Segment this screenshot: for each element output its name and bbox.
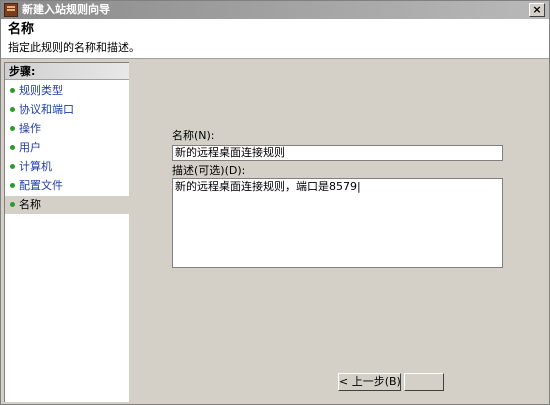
sidebar-item-protocol-port[interactable]: 协议和端口 — [5, 101, 129, 119]
title-bar: 新建入站规则向导 × — [1, 1, 549, 19]
description-label: 描述(可选)(D): — [172, 164, 246, 177]
sidebar-item-label: 名称 — [19, 198, 41, 211]
description-textarea[interactable]: 新的远程桌面连接规则，端口是8579| — [172, 178, 503, 268]
window-title: 新建入站规则向导 — [22, 3, 110, 16]
sidebar-item-action[interactable]: 操作 — [5, 120, 129, 138]
close-button[interactable]: × — [529, 3, 545, 17]
sidebar-item-label: 配置文件 — [19, 179, 63, 192]
sidebar-item-label: 操作 — [19, 122, 41, 135]
back-button[interactable]: < 上一步(B) — [338, 373, 401, 391]
sidebar-item-computers[interactable]: 计算机 — [5, 158, 129, 176]
step-complete-icon — [10, 164, 15, 169]
content-panel: 名称(N): 新的远程桌面连接规则 描述(可选)(D): 新的远程桌面连接规则，… — [132, 62, 548, 402]
step-complete-icon — [10, 126, 15, 131]
firewall-icon — [4, 3, 18, 17]
close-icon: × — [532, 3, 542, 16]
step-complete-icon — [10, 107, 15, 112]
step-complete-icon — [10, 145, 15, 150]
sidebar-item-label: 协议和端口 — [19, 103, 74, 116]
steps-header-label: 步骤: — [9, 65, 36, 78]
step-complete-icon — [10, 183, 15, 188]
name-input[interactable]: 新的远程桌面连接规则 — [172, 145, 503, 161]
page-subtitle: 指定此规则的名称和描述。 — [8, 41, 140, 54]
next-button[interactable] — [404, 373, 444, 391]
sidebar-item-profile[interactable]: 配置文件 — [5, 177, 129, 195]
wizard-header: 名称 指定此规则的名称和描述。 — [1, 19, 549, 59]
name-label: 名称(N): — [172, 129, 215, 142]
sidebar-item-users[interactable]: 用户 — [5, 139, 129, 157]
step-complete-icon — [10, 202, 15, 207]
sidebar-item-rule-type[interactable]: 规则类型 — [5, 82, 129, 100]
sidebar-item-label: 规则类型 — [19, 84, 63, 97]
steps-header: 步骤: — [5, 63, 129, 80]
page-title: 名称 — [8, 22, 35, 37]
sidebar-item-label: 计算机 — [19, 160, 52, 173]
sidebar-item-name[interactable]: 名称 — [5, 196, 129, 214]
wizard-window: 新建入站规则向导 × 名称 指定此规则的名称和描述。 步骤: 规则类型 协议和端… — [0, 0, 550, 405]
sidebar-item-label: 用户 — [19, 141, 41, 154]
step-complete-icon — [10, 88, 15, 93]
steps-sidebar: 步骤: 规则类型 协议和端口 操作 用户 计算机 配置文件 名称 — [4, 62, 129, 402]
